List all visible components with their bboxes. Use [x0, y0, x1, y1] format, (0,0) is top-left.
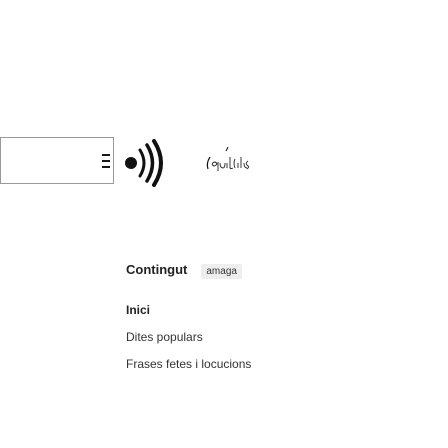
contents-list: Inici Dites populars Frases fetes i locu…	[126, 302, 251, 383]
menu-button[interactable]	[0, 137, 114, 184]
site-logo-wordmark[interactable]	[200, 147, 270, 177]
site-header	[0, 137, 448, 187]
hide-contents-button[interactable]: amaga	[201, 264, 242, 279]
page: Contingut amaga Inici Dites populars Fra…	[0, 0, 448, 448]
contents-item-inici[interactable]: Inici	[126, 302, 251, 318]
contents-item-dites-populars[interactable]: Dites populars	[126, 329, 251, 345]
contents-header: Contingut amaga	[126, 262, 242, 279]
sound-waves-icon[interactable]	[119, 137, 177, 187]
contents-item-frases-fetes[interactable]: Frases fetes i locucions	[126, 356, 251, 372]
contents-title: Contingut	[126, 262, 188, 277]
